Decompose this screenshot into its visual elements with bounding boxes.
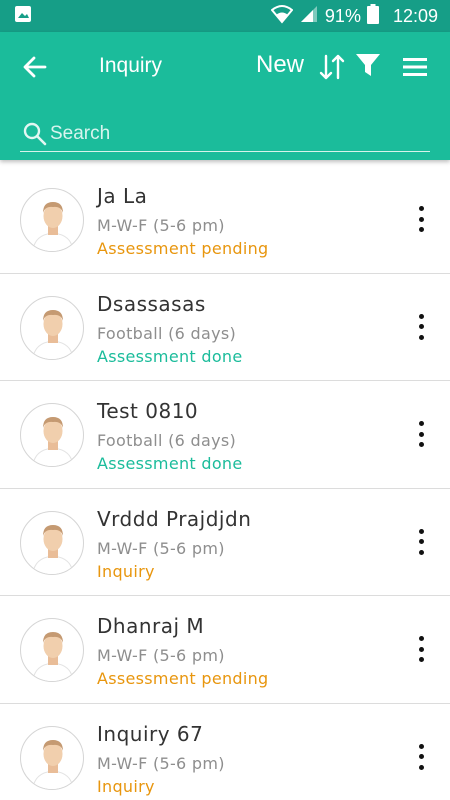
kebab-dot (418, 324, 424, 329)
back-button[interactable] (18, 52, 52, 82)
inquiry-status: Inquiry (97, 776, 155, 796)
inquiry-name: Vrddd Prajdjdn (97, 506, 252, 531)
inquiry-name: Ja La (97, 184, 148, 208)
inquiry-schedule: Football (6 days) (97, 323, 237, 343)
new-button[interactable]: New (256, 51, 304, 79)
image-notification-icon (14, 5, 32, 28)
kebab-dot (418, 754, 424, 759)
filter-icon (356, 54, 380, 76)
kebab-dot (418, 764, 424, 770)
kebab-dot (418, 313, 424, 319)
kebab-dot (418, 743, 424, 749)
more-options-icon[interactable] (410, 742, 432, 772)
status-bar: 91% 12:09 (0, 0, 450, 32)
avatar (20, 725, 84, 790)
inquiry-schedule: M-W-F (5-6 pm) (97, 216, 225, 235)
kebab-dot (418, 227, 424, 232)
menu-button[interactable] (400, 54, 430, 80)
inquiry-status: Assessment done (97, 346, 243, 366)
list-item[interactable]: Dhanraj M M-W-F (5-6 pm) Assessment pend… (0, 596, 450, 704)
app-bar: Inquiry New (0, 32, 450, 160)
more-options-icon[interactable] (410, 634, 432, 664)
inquiry-list: Ja La M-W-F (5-6 pm) Assessment pending … (0, 166, 450, 800)
list-item[interactable]: Dsassasas Football (6 days) Assessment d… (0, 274, 450, 381)
inquiry-status: Inquiry (97, 561, 155, 581)
battery-icon (366, 3, 379, 29)
status-right: 91% 12:09 (270, 3, 438, 29)
person-avatar-icon (32, 739, 74, 789)
list-item[interactable]: Inquiry 67 M-W-F (5-6 pm) Inquiry (0, 704, 450, 800)
kebab-dot (418, 334, 424, 340)
person-avatar-icon (32, 632, 74, 681)
inquiry-status: Assessment pending (97, 239, 269, 258)
status-left (14, 5, 32, 28)
more-options-icon[interactable] (410, 204, 432, 234)
list-item[interactable]: Ja La M-W-F (5-6 pm) Assessment pending (0, 166, 450, 274)
person-avatar-icon (32, 524, 74, 574)
avatar (20, 618, 84, 682)
kebab-dot (418, 431, 424, 437)
search-bar[interactable] (20, 116, 430, 152)
sort-icon (319, 54, 345, 80)
inquiry-name: Dhanraj M (97, 614, 205, 638)
more-options-icon[interactable] (410, 312, 432, 342)
search-icon (23, 122, 47, 145)
more-options-icon[interactable] (410, 419, 432, 449)
kebab-dot (418, 549, 424, 555)
inquiry-schedule: M-W-F (5-6 pm) (97, 646, 225, 665)
toolbar: Inquiry New (0, 32, 450, 102)
filter-button[interactable] (354, 50, 382, 80)
inquiry-name: Dsassasas (97, 291, 206, 316)
sort-button[interactable] (318, 52, 346, 82)
person-avatar-icon (32, 202, 74, 251)
kebab-dot (418, 636, 424, 641)
inquiry-schedule: M-W-F (5-6 pm) (97, 753, 225, 773)
avatar (20, 295, 84, 360)
wifi-icon (270, 4, 294, 29)
battery-text: 91% (324, 5, 361, 26)
inquiry-schedule: Football (6 days) (97, 431, 237, 450)
avatar (20, 510, 84, 575)
page-title: Inquiry (99, 54, 163, 77)
inquiry-status: Assessment pending (97, 669, 269, 688)
person-avatar-icon (32, 309, 74, 359)
menu-icon (403, 58, 427, 76)
avatar (20, 403, 84, 467)
avatar (20, 188, 84, 252)
back-arrow-icon (23, 56, 47, 78)
list-item[interactable]: Vrddd Prajdjdn M-W-F (5-6 pm) Inquiry (0, 489, 450, 596)
kebab-dot (418, 206, 424, 211)
search-input[interactable] (50, 122, 410, 145)
kebab-dot (418, 539, 424, 544)
clock: 12:09 (392, 5, 438, 26)
inquiry-name: Test 0810 (97, 399, 199, 423)
list-item[interactable]: Test 0810 Football (6 days) Assessment d… (0, 381, 450, 489)
kebab-dot (418, 646, 424, 652)
kebab-dot (418, 657, 424, 662)
more-options-icon[interactable] (410, 527, 432, 557)
inquiry-status: Assessment done (97, 454, 243, 473)
person-avatar-icon (32, 417, 74, 466)
signal-icon (299, 4, 319, 29)
kebab-dot (418, 216, 424, 222)
kebab-dot (418, 442, 424, 447)
kebab-dot (418, 528, 424, 534)
inquiry-name: Inquiry 67 (97, 721, 204, 746)
kebab-dot (418, 421, 424, 426)
inquiry-schedule: M-W-F (5-6 pm) (97, 538, 225, 558)
